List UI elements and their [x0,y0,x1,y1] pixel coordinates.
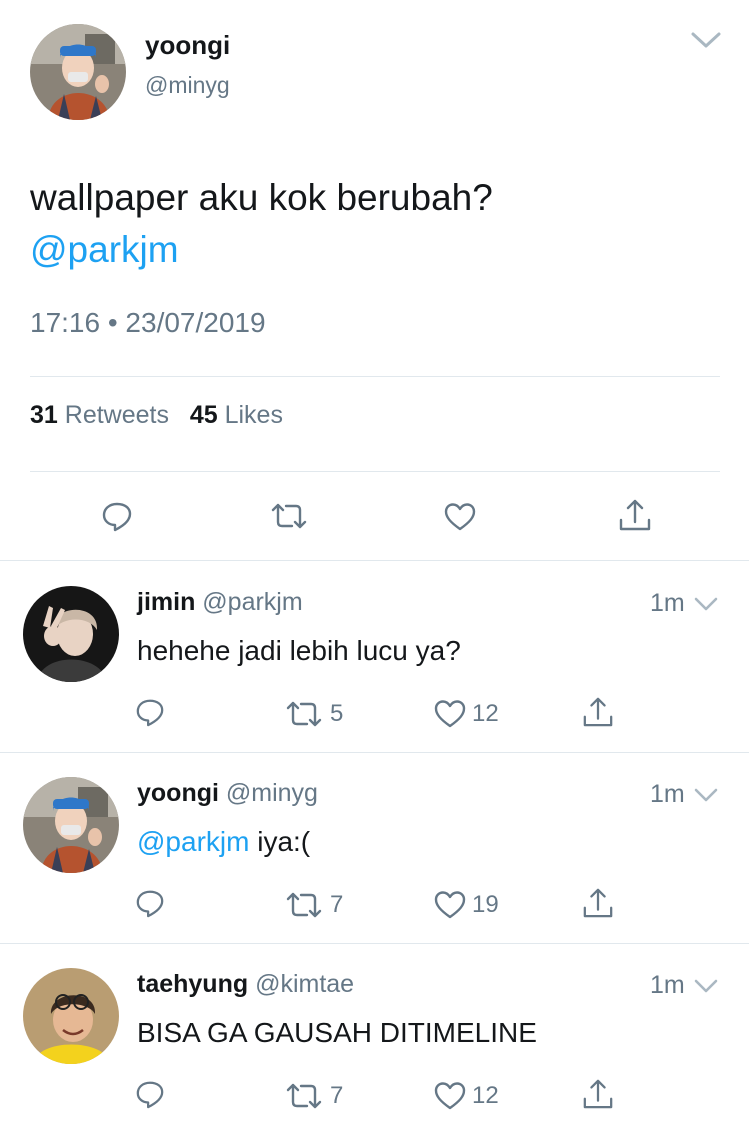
retweet-button[interactable] [285,1082,323,1110]
reply-button[interactable] [135,1079,165,1109]
retweets-count[interactable]: 31 [30,401,58,429]
reply-button[interactable] [135,888,165,918]
reply-text-body: iya:( [249,826,311,857]
reply-author-handle[interactable]: @kimtae [255,970,354,998]
retweet-icon [286,892,322,918]
retweet-count[interactable]: 7 [330,1082,343,1110]
like-icon [434,700,466,728]
share-button[interactable] [582,1077,614,1111]
reply-icon [136,1081,164,1109]
avatar[interactable] [23,586,119,682]
reply-text: @parkjm iya:( [137,826,310,858]
chevron-down-icon[interactable] [694,597,718,611]
share-button[interactable] [582,695,614,729]
retweet-button[interactable] [270,502,308,530]
avatar[interactable] [23,968,119,1064]
reply-author-name[interactable]: yoongi [137,779,219,807]
mention-link[interactable]: @parkjm [137,826,249,857]
retweet-count[interactable]: 5 [330,700,343,728]
like-icon [434,1082,466,1110]
tweet-timestamp: 17:16 • 23/07/2019 [30,307,266,338]
like-count[interactable]: 12 [472,1082,499,1110]
like-button[interactable] [434,1081,466,1111]
share-icon [583,888,613,918]
retweet-button[interactable] [285,700,323,728]
reply-time: 1m [650,589,685,617]
author-name[interactable]: yoongi [145,30,230,61]
avatar[interactable] [23,777,119,873]
like-count[interactable]: 19 [472,891,499,919]
likes-count[interactable]: 45 [190,401,218,429]
chevron-down-icon[interactable] [694,788,718,802]
reply-author-handle[interactable]: @minyg [226,779,318,807]
reply-icon [102,502,132,532]
reply-author-name[interactable]: jimin [137,588,195,616]
share-button[interactable] [582,886,614,920]
reply-tweet[interactable]: jimin @parkjm 1m hehehe jadi lebih lucu … [0,561,749,752]
reply-time: 1m [650,780,685,808]
like-icon [434,891,466,919]
mention-link[interactable]: @parkjm [30,229,179,270]
share-icon [583,697,613,727]
reply-tweet[interactable]: taehyung @kimtae 1m BISA GA GAUSAH DITIM… [0,943,749,1129]
reply-time: 1m [650,971,685,999]
avatar[interactable] [30,24,126,120]
chevron-down-icon[interactable] [690,30,722,50]
reply-text: hehehe jadi lebih lucu ya? [137,635,461,667]
share-icon [619,499,651,531]
reply-text-body: BISA GA GAUSAH DITIMELINE [137,1017,537,1048]
reply-text: BISA GA GAUSAH DITIMELINE [137,1017,537,1049]
like-icon [444,503,476,531]
reply-header: yoongi @minyg [137,779,318,808]
reply-author-handle[interactable]: @parkjm [202,588,302,616]
retweet-icon [286,1083,322,1109]
like-count[interactable]: 12 [472,700,499,728]
retweet-count[interactable]: 7 [330,891,343,919]
share-button[interactable] [618,498,652,532]
retweets-label[interactable]: Retweets [65,401,169,429]
tweet-text: wallpaper aku kok berubah? @parkjm [30,172,720,276]
likes-label[interactable]: Likes [225,401,283,429]
reply-author-name[interactable]: taehyung [137,970,248,998]
reply-text-body: hehehe jadi lebih lucu ya? [137,635,461,666]
tweet-stats: 31 Retweets 45 Likes [30,401,283,430]
tweet-text-body: wallpaper aku kok berubah? [30,177,493,218]
like-button[interactable] [434,699,466,729]
divider [30,471,720,472]
reply-header: taehyung @kimtae [137,970,354,999]
like-button[interactable] [444,502,476,532]
share-icon [583,1079,613,1109]
retweet-button[interactable] [285,891,323,919]
divider [30,376,720,377]
reply-icon [136,699,164,727]
retweet-icon [286,701,322,727]
main-tweet: yoongi @minyg wallpaper aku kok berubah?… [0,0,749,561]
reply-tweet[interactable]: yoongi @minyg 1m @parkjm iya:( 7 19 [0,752,749,943]
chevron-down-icon[interactable] [694,979,718,993]
reply-icon [136,890,164,918]
retweet-icon [271,503,307,529]
reply-header: jimin @parkjm [137,588,303,617]
reply-button[interactable] [135,697,165,727]
like-button[interactable] [434,890,466,920]
author-handle[interactable]: @minyg [145,72,230,99]
reply-button[interactable] [101,500,133,532]
